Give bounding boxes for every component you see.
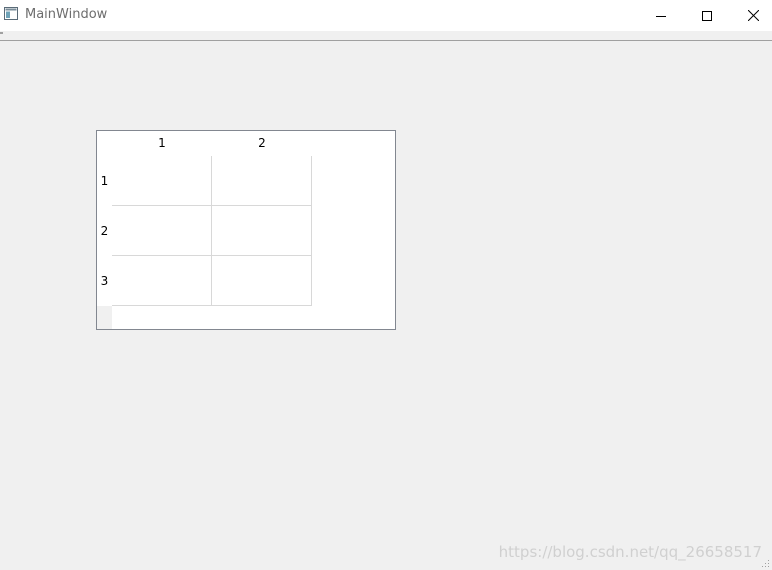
window-title: MainWindow xyxy=(25,7,108,22)
column-header-2[interactable]: 2 xyxy=(212,131,312,156)
table-corner-button[interactable] xyxy=(97,131,112,156)
maximize-button[interactable] xyxy=(684,0,730,31)
column-header-1[interactable]: 1 xyxy=(112,131,212,156)
minimize-button[interactable] xyxy=(638,0,684,31)
close-button[interactable] xyxy=(730,0,772,31)
table-cell-r1-c1[interactable] xyxy=(112,156,212,206)
app-window-icon xyxy=(4,7,18,20)
watermark-text: https://blog.csdn.net/qq_26658517 xyxy=(498,543,762,561)
table-cell-r3-c2[interactable] xyxy=(212,256,312,306)
table-cell-r1-c2[interactable] xyxy=(212,156,312,206)
main-window: MainWindow 1 2 1 2 3 https://blog.csdn.n… xyxy=(0,0,772,570)
close-icon xyxy=(747,10,759,21)
row-header-filler xyxy=(97,306,112,329)
table-cell-r3-c1[interactable] xyxy=(112,256,212,306)
row-header-1[interactable]: 1 xyxy=(97,156,112,206)
minimize-icon xyxy=(656,15,666,17)
table-cell-r2-c2[interactable] xyxy=(212,206,312,256)
title-bar[interactable]: MainWindow xyxy=(0,0,772,31)
table-cell-r2-c1[interactable] xyxy=(112,206,212,256)
menu-bar[interactable] xyxy=(0,31,772,40)
maximize-icon xyxy=(702,10,712,21)
menu-bar-divider xyxy=(0,40,772,41)
table-widget[interactable]: 1 2 1 2 3 xyxy=(96,130,396,330)
row-header-2[interactable]: 2 xyxy=(97,206,112,256)
menu-bar-grip xyxy=(0,32,3,34)
row-header-3[interactable]: 3 xyxy=(97,256,112,306)
resize-grip-icon[interactable] xyxy=(760,558,770,568)
